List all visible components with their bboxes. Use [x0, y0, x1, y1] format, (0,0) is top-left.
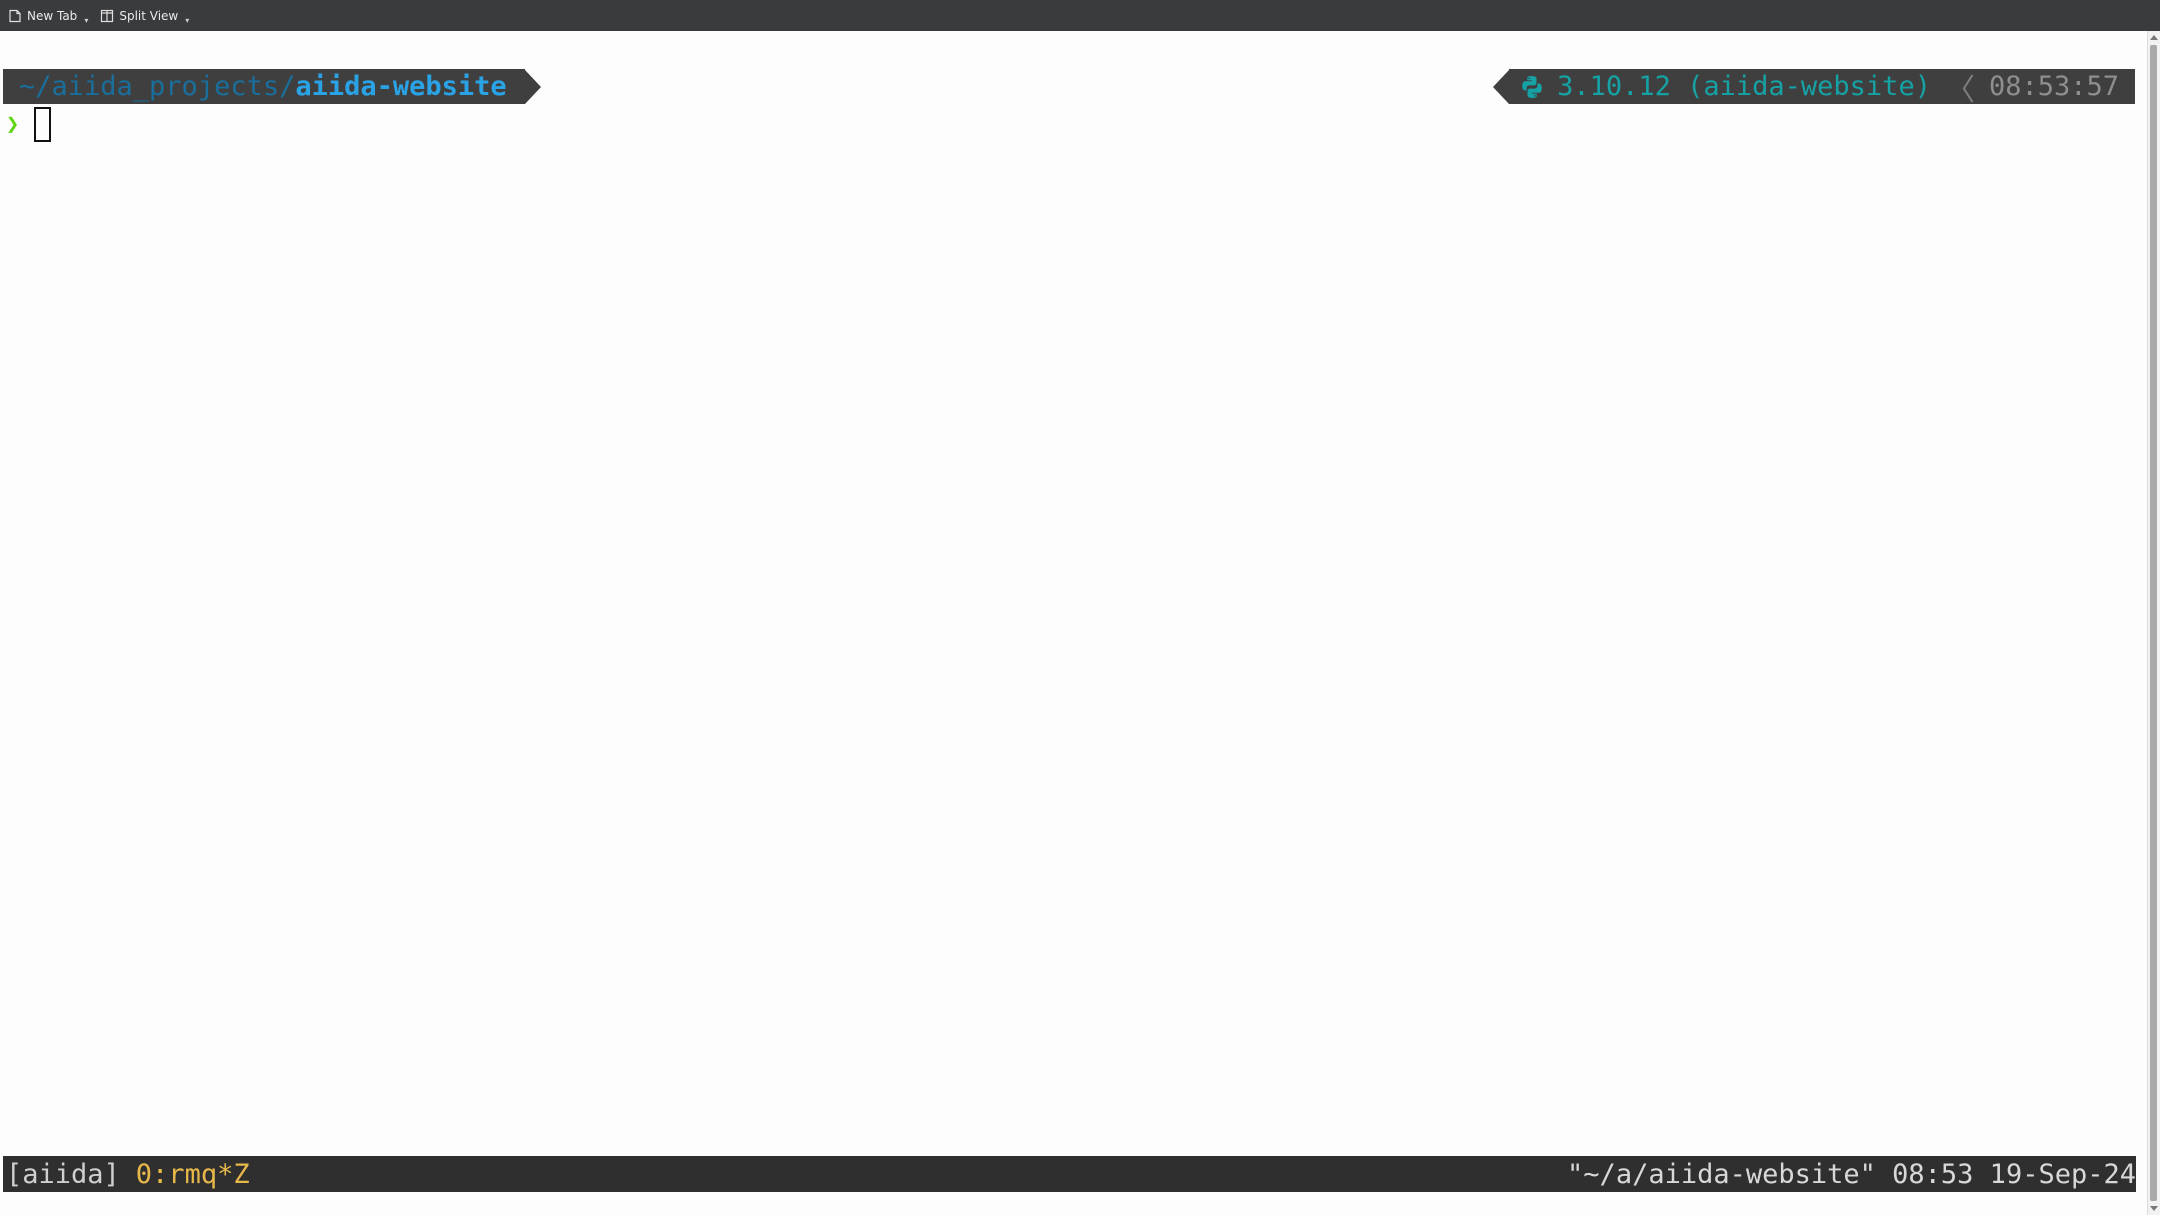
prompt-path-body: ~/aiida_projects/aiida-website: [3, 69, 525, 104]
prompt-char: ❯: [6, 111, 20, 137]
python-version: 3.10.12 (aiida-website): [1557, 71, 1931, 102]
tmux-status-bar: [aiida] 0:rmq*Z "~/a/aiida-website" 08:5…: [3, 1156, 2136, 1192]
scroll-up-icon[interactable]: [2150, 35, 2158, 40]
prompt-path-segment: ~/aiida_projects/aiida-website: [3, 69, 541, 104]
scrollbar-thumb[interactable]: [2150, 45, 2157, 1201]
prompt-path-arrow: [524, 69, 541, 104]
scroll-down-icon[interactable]: [2150, 1206, 2158, 1211]
prompt-path-parent: ~/aiida_projects/: [19, 71, 296, 102]
split-view-button[interactable]: Split View ▾: [92, 0, 193, 31]
prompt-time: 08:53:57: [1988, 71, 2119, 102]
python-icon: [1522, 75, 1542, 98]
new-tab-icon: [9, 9, 21, 22]
new-tab-button[interactable]: New Tab ▾: [0, 0, 92, 31]
new-tab-dropdown-icon[interactable]: ▾: [84, 16, 88, 25]
split-view-dropdown-icon[interactable]: ▾: [185, 16, 189, 25]
terminal-scrollbar[interactable]: [2147, 31, 2160, 1215]
prompt-right-segment: 3.10.12 (aiida-website) 〈 08:53:57: [1493, 69, 2135, 108]
prompt-path-current: aiida-website: [295, 71, 507, 102]
terminal-toolbar: New Tab ▾ Split View ▾: [0, 0, 2160, 31]
prompt-right-body: 3.10.12 (aiida-website) 〈 08:53:57: [1509, 69, 2135, 108]
text-cursor: [34, 106, 52, 142]
terminal-area[interactable]: [0, 31, 2148, 1215]
tmux-session-name: [aiida]: [6, 1158, 120, 1190]
prompt-right-arrow: [1493, 69, 1510, 104]
new-tab-label: New Tab: [27, 8, 78, 23]
split-view-label: Split View: [119, 8, 179, 23]
tmux-window-item[interactable]: 0:rmq*Z: [136, 1159, 250, 1190]
command-line[interactable]: ❯: [6, 106, 52, 142]
split-view-icon: [101, 9, 114, 22]
segment-separator-icon: 〈: [1944, 72, 1975, 108]
tmux-status-right: "~/a/aiida-website" 08:53 19-Sep-24: [1567, 1158, 2136, 1190]
